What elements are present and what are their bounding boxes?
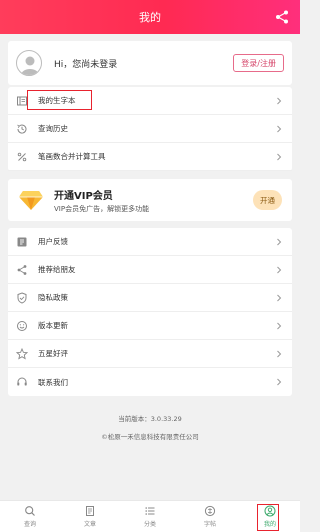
bottom-tab-bar: 查询 文章 分类 字帖 我的 [0, 500, 300, 532]
share-icon [16, 264, 28, 276]
menu-item-label: 版本更新 [38, 321, 68, 330]
tab-label: 字帖 [203, 521, 216, 528]
history-icon [16, 123, 28, 135]
settings-menu: 用户反馈 推荐给朋友 隐私政策 版本更新 五星好评 联系我们 [8, 228, 292, 396]
menu-item-label: 联系我们 [38, 377, 68, 387]
tab-label: 我的 [263, 521, 276, 528]
vip-open-button[interactable]: 开通 [253, 190, 282, 210]
shield-icon [16, 291, 28, 304]
chevron-right-icon [277, 322, 282, 329]
login-status-text: Hi，您尚未登录 [54, 59, 118, 70]
menu-item-label: 推荐给朋友 [38, 265, 76, 274]
page-title: 我的 [139, 11, 161, 24]
chevron-right-icon [277, 266, 282, 273]
percent-icon [16, 151, 28, 163]
headset-icon [16, 376, 28, 388]
chevron-right-icon [277, 97, 282, 104]
diamond-icon [19, 191, 43, 210]
login-register-button[interactable]: 登录/注册 [233, 54, 284, 72]
tab-label: 查询 [23, 521, 36, 528]
menu-item-history[interactable]: 查询历史 [8, 115, 292, 143]
book-icon [16, 95, 28, 107]
avatar[interactable] [16, 50, 42, 76]
menu-item-label: 笔画数合并计算工具 [38, 152, 106, 161]
tools-menu: 我的生字本 查询历史 笔画数合并计算工具 [8, 87, 292, 171]
tab-label: 分类 [143, 521, 156, 528]
menu-item-label: 查询历史 [38, 124, 68, 133]
version-text: 当前版本：3.0.33.29 [118, 415, 182, 423]
vip-title: 开通VIP会员 [54, 190, 113, 202]
chevron-right-icon [277, 350, 282, 357]
menu-item-label: 我的生字本 [38, 96, 76, 105]
menu-item-label: 隐私政策 [38, 293, 68, 302]
vip-text: 开通VIP会员 VIP会员免广告，解锁更多功能 [54, 187, 253, 214]
app-header: 我的 [0, 0, 300, 34]
avatar-icon [21, 56, 39, 75]
tab-article[interactable]: 文章 [60, 501, 120, 532]
menu-item-stroke-tool[interactable]: 笔画数合并计算工具 [8, 143, 292, 171]
menu-item-rate[interactable]: 五星好评 [8, 340, 292, 368]
menu-item-label: 用户反馈 [38, 237, 68, 246]
chevron-right-icon [277, 294, 282, 301]
menu-item-privacy[interactable]: 隐私政策 [8, 284, 292, 312]
feedback-icon [16, 236, 28, 248]
list-icon [145, 507, 155, 515]
copyright-text: ©松原一禾信息科技有限责任公司 [101, 433, 199, 441]
vip-subtitle: VIP会员免广告，解锁更多功能 [54, 204, 150, 213]
smile-icon [16, 320, 28, 332]
chevron-right-icon [277, 238, 282, 245]
article-icon [86, 506, 94, 516]
tab-category[interactable]: 分类 [120, 501, 180, 532]
tab-profile[interactable]: 我的 [240, 501, 300, 532]
copybook-icon [204, 505, 216, 517]
user-card: Hi，您尚未登录 登录/注册 [8, 41, 292, 85]
menu-item-recommend[interactable]: 推荐给朋友 [8, 256, 292, 284]
chevron-right-icon [277, 125, 282, 132]
menu-item-contact[interactable]: 联系我们 [8, 368, 292, 396]
tab-copybook[interactable]: 字帖 [180, 501, 240, 532]
chevron-right-icon [277, 378, 282, 386]
menu-item-label: 五星好评 [38, 349, 68, 358]
share-icon[interactable] [274, 9, 290, 25]
menu-item-update[interactable]: 版本更新 [8, 312, 292, 340]
search-icon [25, 506, 35, 516]
chevron-right-icon [277, 153, 282, 160]
tab-label: 文章 [83, 521, 96, 528]
menu-item-wordbook[interactable]: 我的生字本 [8, 87, 292, 115]
profile-icon [264, 505, 276, 517]
tab-search[interactable]: 查询 [0, 501, 60, 532]
star-icon [16, 347, 28, 360]
menu-item-feedback[interactable]: 用户反馈 [8, 228, 292, 256]
vip-banner[interactable]: 开通VIP会员 VIP会员免广告，解锁更多功能 开通 [8, 179, 292, 221]
